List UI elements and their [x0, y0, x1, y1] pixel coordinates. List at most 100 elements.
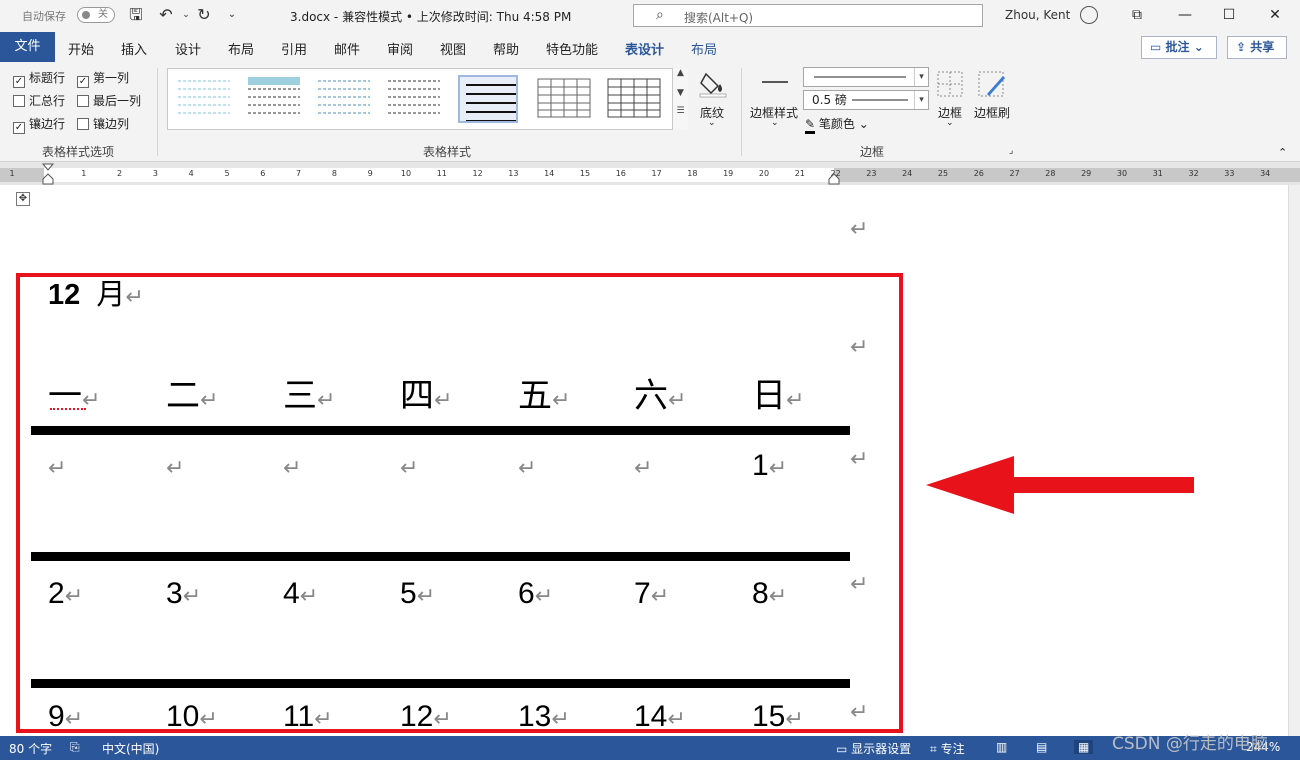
tab-layout[interactable]: 布局	[228, 39, 254, 58]
comment-icon: ▭	[1150, 40, 1166, 54]
search-box[interactable]: ⌕ 搜索(Alt+Q)	[633, 4, 983, 27]
checkbox-banded-rows[interactable]: ✓ 镶边行	[13, 115, 65, 134]
collapse-ribbon-icon[interactable]: ⌃	[1278, 146, 1287, 159]
status-bar: 80 个字 ⎘ 中文(中国) ▭ 显示器设置 ⌗ 专注 ▥ ▤ ▦ 244%	[0, 736, 1300, 760]
undo-icon[interactable]: ↶	[156, 5, 176, 25]
comment-button[interactable]: ▭ 批注 ⌄	[1141, 36, 1217, 59]
tab-mailings[interactable]: 邮件	[334, 39, 360, 58]
chevron-down-icon[interactable]: ▾	[914, 91, 928, 109]
table-move-handle-icon[interactable]: ✥	[16, 192, 30, 206]
checkbox-icon: ✓	[77, 76, 89, 88]
checkbox-last-column[interactable]: 最后一列	[77, 92, 141, 109]
customize-toolbar-icon[interactable]: ⌄	[222, 5, 242, 25]
border-painter-button[interactable]: 边框刷	[974, 104, 1010, 121]
right-indent-marker-icon[interactable]	[828, 171, 840, 185]
tab-home[interactable]: 开始	[68, 39, 94, 58]
annotation-arrow-icon	[926, 456, 1194, 514]
shading-dropdown-icon[interactable]: ⌄	[708, 118, 716, 128]
focus-icon: ⌗	[930, 742, 937, 756]
ribbon-tabs: 文件 开始 插入 设计 布局 引用 邮件 审阅 视图 帮助 特色功能 表设计 布…	[0, 32, 1300, 64]
table-style-grid[interactable]	[534, 75, 594, 123]
checkbox-label: 标题行	[29, 71, 66, 85]
tab-table-layout[interactable]: 布局	[691, 39, 717, 58]
watermark-text: CSDN @行走的电脑	[1112, 734, 1268, 754]
horizontal-ruler[interactable]: 1 1 2 3 4 5 6 7 8 9 10 11 12 13 14 15 16 17 18 19 20 21 22 23 24…	[0, 163, 1300, 185]
display-settings-button[interactable]: ▭ 显示器设置	[836, 740, 911, 757]
print-layout-icon[interactable]: ▤	[1036, 740, 1047, 754]
table-styles-gallery[interactable]: ▲ ▼ ☰	[167, 68, 688, 130]
tab-special-features[interactable]: 特色功能	[546, 39, 598, 58]
checkbox-total-row[interactable]: 汇总行	[13, 92, 65, 109]
document-title[interactable]: 3.docx - 兼容性模式 • 上次修改时间: Thu 4:58 PM	[290, 8, 571, 25]
tab-table-design[interactable]: 表设计	[625, 39, 665, 64]
tab-design[interactable]: 设计	[175, 39, 201, 58]
ruler-number: 29	[1081, 169, 1092, 178]
table-style-light-blue-dashed[interactable]	[174, 75, 234, 123]
border-styles-dropdown-icon[interactable]: ⌄	[771, 118, 779, 128]
autosave-toggle[interactable]: 关	[77, 7, 115, 23]
focus-mode-button[interactable]: ⌗ 专注	[930, 740, 965, 757]
chevron-down-icon[interactable]: ▾	[914, 68, 928, 86]
border-style-line-icon[interactable]	[760, 76, 790, 88]
group-label-table-styles: 表格样式	[423, 145, 472, 159]
gallery-more-icon[interactable]: ☰	[673, 106, 688, 116]
chevron-down-icon[interactable]: ▼	[673, 88, 688, 98]
gallery-scroll[interactable]: ▲ ▼ ☰	[672, 68, 688, 130]
tab-references[interactable]: 引用	[281, 39, 307, 58]
language-indicator[interactable]: 中文(中国)	[102, 740, 159, 757]
ruler-number: 4	[188, 169, 194, 178]
read-mode-icon[interactable]: ▥	[996, 740, 1007, 754]
redo-icon[interactable]: ↻	[194, 5, 214, 25]
pen-color-button[interactable]: ✎ 笔颜色 ⌄	[805, 115, 869, 134]
ruler-number: 6	[260, 169, 266, 178]
tab-insert[interactable]: 插入	[121, 39, 147, 58]
indent-marker-icon[interactable]	[42, 163, 54, 185]
checkbox-icon	[77, 118, 89, 130]
checkbox-banded-columns[interactable]: 镶边列	[77, 115, 129, 132]
document-page[interactable]: ✥ ↵ 12 月↵ ↵ 一↵ 二↵ 三↵ 四↵ 五↵ 六↵ 日↵ ↵ ↵ ↵ ↵ ↵ ↵ ↵ 1↵ 2↵ 3…	[0, 185, 1288, 736]
ruler-number: 33	[1224, 169, 1235, 178]
table-style-blue-dashed[interactable]	[314, 75, 374, 123]
annotation-highlight-box	[16, 273, 903, 733]
close-icon[interactable]: ✕	[1262, 4, 1288, 26]
ribbon-display-icon[interactable]: ⧉	[1124, 4, 1150, 26]
table-style-blue-header[interactable]	[244, 75, 304, 123]
borders-dropdown-icon[interactable]: ⌄	[946, 118, 954, 128]
share-icon: ⇪	[1236, 40, 1251, 54]
tab-view[interactable]: 视图	[440, 39, 466, 58]
chevron-up-icon[interactable]: ▲	[673, 68, 688, 78]
checkbox-header-row[interactable]: ✓ 标题行	[13, 69, 65, 88]
pen-weight-dropdown[interactable]: 0.5 磅 ▾	[803, 90, 929, 110]
proofing-icon[interactable]: ⎘	[70, 740, 80, 755]
tab-file[interactable]: 文件	[0, 32, 55, 62]
tab-help[interactable]: 帮助	[493, 39, 519, 58]
borders-dialog-launcher-icon[interactable]: ⌟	[1009, 146, 1013, 156]
group-separator	[157, 68, 158, 156]
vertical-scrollbar[interactable]	[1288, 185, 1300, 736]
ruler-number: 28	[1045, 169, 1056, 178]
maximize-icon[interactable]: ☐	[1216, 4, 1242, 26]
checkbox-first-column[interactable]: ✓ 第一列	[77, 69, 129, 88]
share-button[interactable]: ⇪ 共享	[1227, 36, 1287, 59]
undo-dropdown-icon[interactable]: ⌄	[176, 5, 196, 25]
web-layout-icon[interactable]: ▦	[1074, 740, 1094, 754]
minimize-icon[interactable]: —	[1172, 4, 1198, 26]
ruler-number: 11	[436, 169, 447, 178]
pen-icon: ✎	[805, 117, 816, 134]
line-style-dropdown[interactable]: ▾	[803, 67, 929, 87]
user-name[interactable]: Zhou, Kent	[1005, 8, 1070, 22]
table-style-grid-dark[interactable]	[604, 75, 664, 123]
tab-review[interactable]: 审阅	[387, 39, 413, 58]
shading-bucket-icon[interactable]	[698, 68, 728, 98]
table-style-plain-dashed[interactable]	[384, 75, 444, 123]
word-count[interactable]: 80 个字	[9, 740, 52, 757]
paragraph-mark-icon: ↵	[850, 217, 869, 242]
table-style-thick-lines-selected[interactable]	[458, 75, 518, 123]
avatar[interactable]	[1080, 6, 1098, 24]
group-label-borders: 边框	[860, 145, 885, 159]
border-painter-icon[interactable]	[977, 70, 1007, 98]
search-icon: ⌕	[656, 7, 664, 23]
save-icon[interactable]: 🖫	[126, 5, 146, 25]
borders-icon[interactable]	[936, 70, 964, 98]
search-input[interactable]: 搜索(Alt+Q)	[684, 9, 753, 26]
